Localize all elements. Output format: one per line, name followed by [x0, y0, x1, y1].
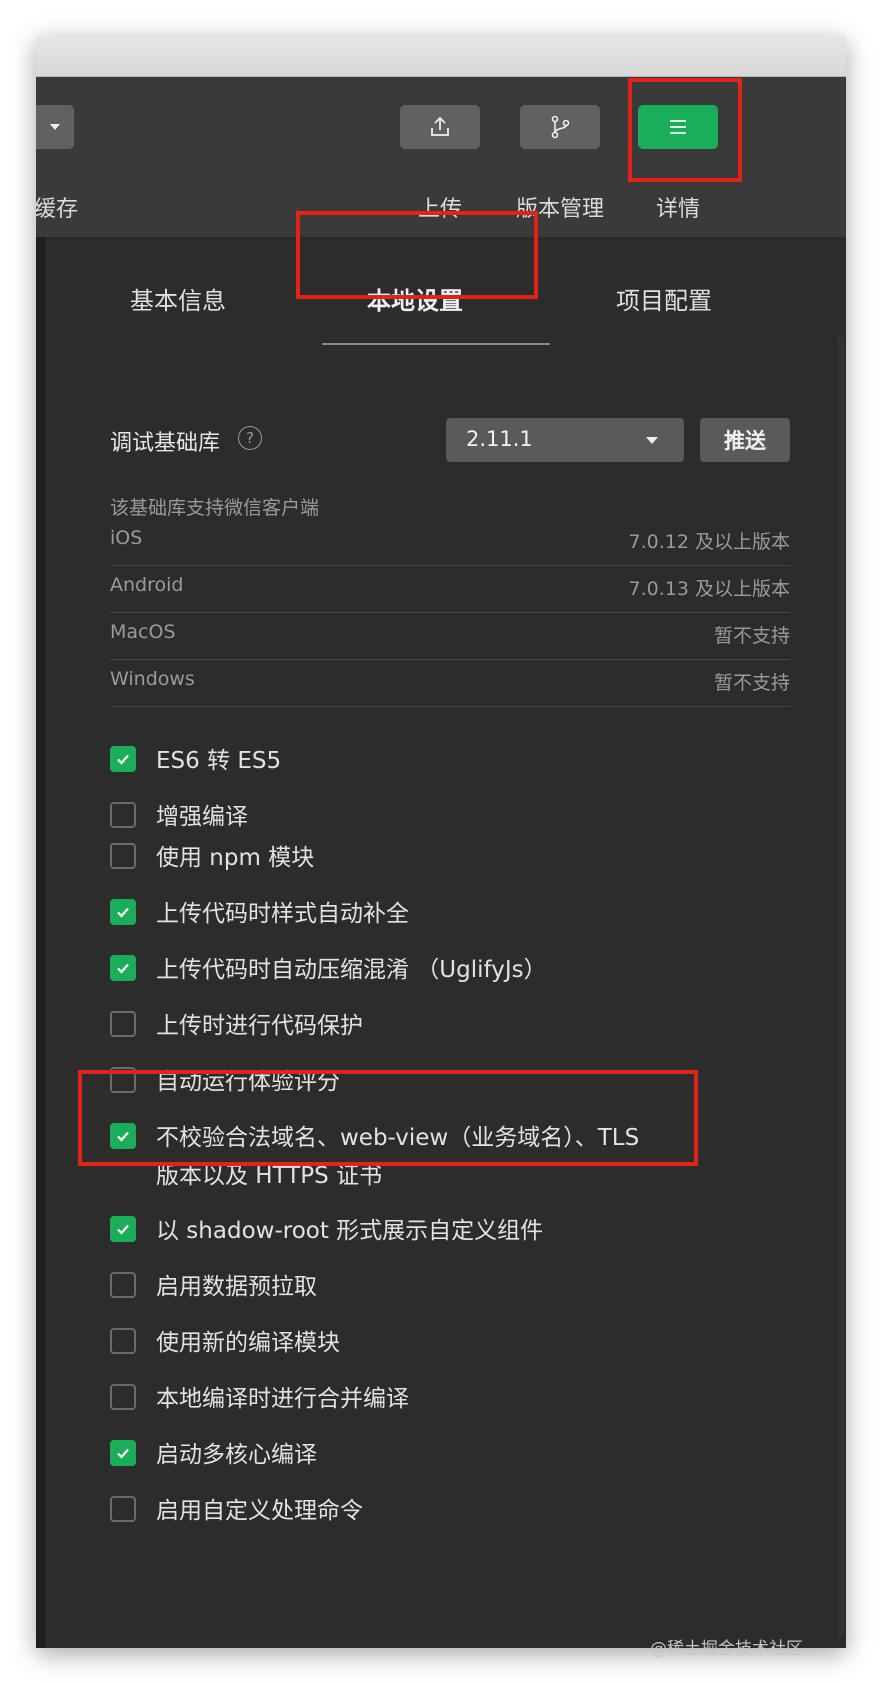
upload-icon [431, 116, 449, 136]
partial-dropdown-button[interactable] [36, 105, 74, 149]
platform-name: Android [110, 574, 184, 596]
option-label: 使用 npm 模块 [156, 845, 315, 871]
option-label: 本地编译时进行合并编译 [156, 1386, 409, 1412]
option-label: 启用自定义处理命令 [156, 1498, 363, 1524]
question-icon[interactable]: ? [238, 426, 262, 450]
debug-lib-version-select[interactable]: 2.11.1 [446, 418, 684, 462]
checkbox-checked[interactable] [110, 1440, 136, 1466]
tab-basic-info[interactable]: 基本信息 [130, 281, 226, 316]
caret-down-icon [646, 437, 658, 444]
editor-edge [36, 237, 46, 1648]
checkmark-icon [117, 907, 129, 918]
checkbox-checked[interactable] [110, 1216, 136, 1242]
support-row: MacOS 暂不支持 [110, 609, 790, 660]
support-row: iOS 7.0.12 及以上版本 [110, 515, 790, 566]
platform-status: 暂不支持 [713, 625, 790, 647]
checkmark-icon [117, 754, 129, 765]
partial-cache-label: 缓存 [36, 197, 79, 222]
checkbox[interactable] [110, 1384, 136, 1410]
platform-name: iOS [110, 527, 143, 549]
checkmark-icon [117, 963, 129, 974]
branch-icon [551, 115, 570, 139]
checkbox[interactable] [110, 1011, 136, 1037]
option-label: 上传时进行代码保护 [156, 1013, 363, 1039]
panel-scrollbar[interactable] [838, 337, 844, 1637]
platform-name: Windows [110, 668, 195, 690]
window-titlebar [36, 36, 846, 77]
checkmark-icon [117, 1224, 129, 1235]
debug-lib-label: 调试基础库 [110, 431, 221, 456]
platform-name: MacOS [110, 621, 176, 643]
checkbox[interactable] [110, 1328, 136, 1354]
checkbox-checked[interactable] [110, 746, 136, 772]
checkbox[interactable] [110, 1496, 136, 1522]
support-row: Android 7.0.13 及以上版本 [110, 562, 790, 613]
watermark: @稀土掘金技术社区 [650, 1639, 803, 1659]
option-label: 使用新的编译模块 [156, 1330, 340, 1356]
checkbox[interactable] [110, 802, 136, 828]
platform-status: 暂不支持 [713, 672, 790, 694]
highlight-domain-option [78, 1070, 698, 1166]
option-label: 启动多核心编译 [156, 1442, 317, 1468]
platform-status: 7.0.13 及以上版本 [628, 578, 790, 600]
highlight-details-button [628, 78, 742, 182]
upload-button[interactable] [400, 105, 480, 149]
details-panel: 基本信息 本地设置 项目配置 调试基础库 ? 2.11.1 推送 该基础库支持微… [46, 237, 846, 1648]
version-value: 2.11.1 [466, 427, 533, 451]
option-label: 上传代码时样式自动补全 [156, 901, 409, 927]
tab-project-config[interactable]: 项目配置 [616, 281, 712, 316]
checkbox[interactable] [110, 843, 136, 869]
caret-down-icon [50, 124, 60, 130]
checkbox-checked[interactable] [110, 899, 136, 925]
support-row: Windows 暂不支持 [110, 656, 790, 707]
platform-status: 7.0.12 及以上版本 [628, 531, 790, 553]
option-label: 启用数据预拉取 [156, 1274, 317, 1300]
option-label: 上传代码时自动压缩混淆 （UglifyJs） [156, 957, 547, 983]
option-label: ES6 转 ES5 [156, 748, 282, 774]
version-control-button[interactable] [520, 105, 600, 149]
option-label: 以 shadow-root 形式展示自定义组件 [156, 1218, 544, 1244]
details-label: 详情 [655, 197, 700, 222]
active-tab-underline [322, 343, 550, 345]
option-label: 增强编译 [156, 804, 248, 830]
checkbox-checked[interactable] [110, 955, 136, 981]
push-button[interactable]: 推送 [700, 418, 790, 462]
highlight-local-settings-tab [296, 211, 538, 299]
checkbox[interactable] [110, 1272, 136, 1298]
checkmark-icon [117, 1448, 129, 1459]
